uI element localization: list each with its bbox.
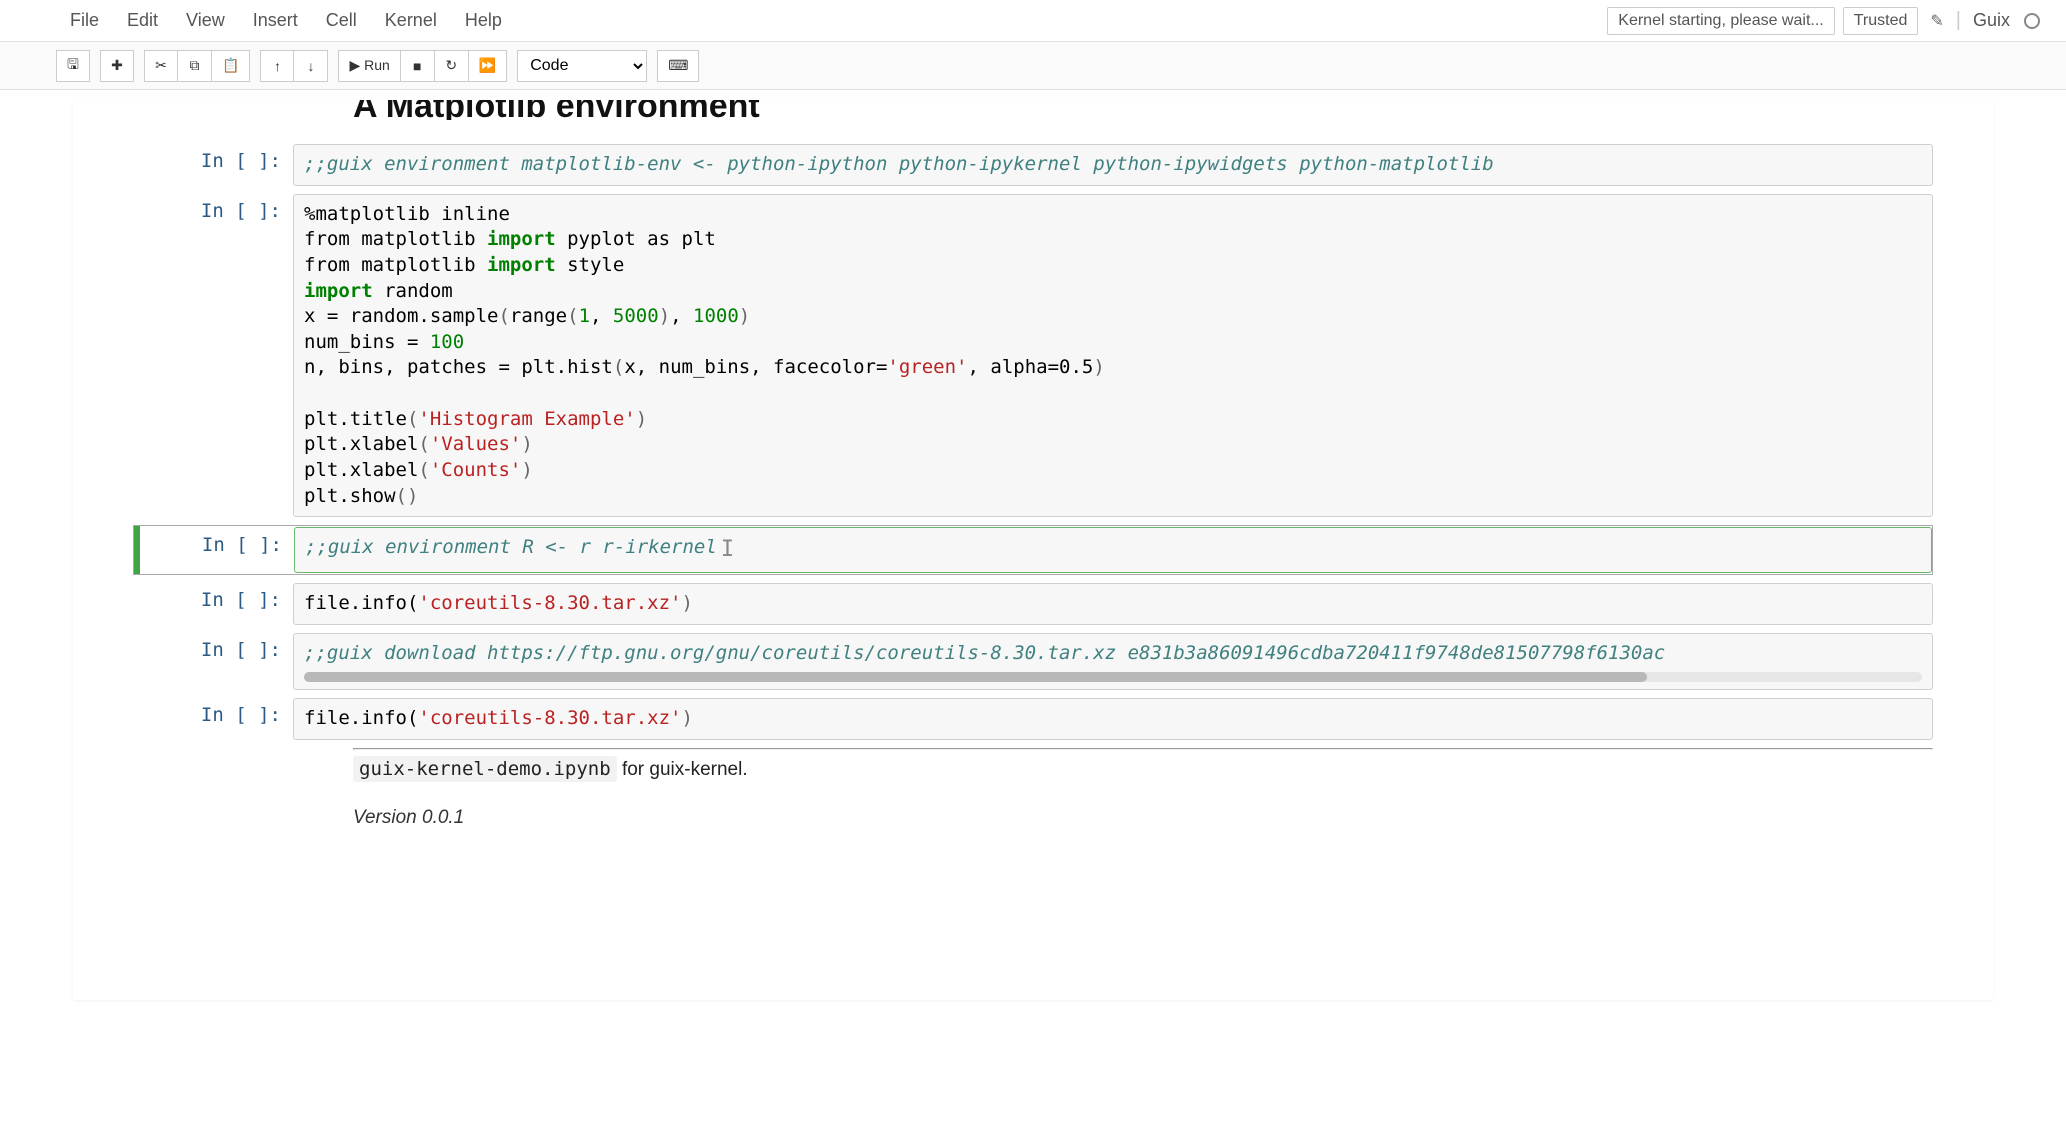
input-prompt: In [ ]: bbox=[134, 527, 294, 573]
ibeam-cursor-icon: 𝙸 bbox=[721, 535, 734, 565]
kernel-indicator-icon bbox=[2024, 13, 2040, 29]
save-icon: 🖫 bbox=[67, 54, 79, 78]
code-text: file.info('coreutils-8.30.tar.xz') bbox=[304, 706, 1922, 732]
menu-right: Kernel starting, please wait... Trusted … bbox=[1607, 7, 2046, 35]
input-prompt: In [ ]: bbox=[133, 633, 293, 691]
celltype-select[interactable]: Code bbox=[517, 50, 647, 82]
paste-icon: 📋 bbox=[222, 57, 239, 74]
separator: | bbox=[1956, 9, 1961, 32]
arrow-down-icon: ↓ bbox=[307, 58, 314, 74]
code-input[interactable]: file.info('coreutils-8.30.tar.xz') bbox=[293, 583, 1933, 625]
menu-insert[interactable]: Insert bbox=[253, 10, 298, 31]
horizontal-scrollbar[interactable] bbox=[304, 672, 1922, 682]
input-prompt: In [ ]: bbox=[133, 583, 293, 625]
keyboard-icon: ⌨ bbox=[668, 57, 688, 74]
markdown-cell[interactable] bbox=[133, 748, 1933, 750]
kernel-name[interactable]: Guix bbox=[1973, 10, 2010, 31]
code-cell[interactable]: In [ ]: ;;guix download https://ftp.gnu.… bbox=[133, 633, 1933, 691]
menu-kernel[interactable]: Kernel bbox=[385, 10, 437, 31]
version-text: Version 0.0.1 bbox=[353, 807, 1933, 829]
notebook-area[interactable]: A Matplotlib environment In [ ]: ;;guix … bbox=[73, 100, 1993, 1000]
input-prompt: In [ ]: bbox=[133, 144, 293, 186]
save-button[interactable]: 🖫 bbox=[56, 50, 90, 82]
code-text: %matplotlib inline from matplotlib impor… bbox=[304, 202, 1922, 510]
menu-cell[interactable]: Cell bbox=[326, 10, 357, 31]
code-cell[interactable]: In [ ]: %matplotlib inline from matplotl… bbox=[133, 194, 1933, 518]
code-cell[interactable]: In [ ]: file.info('coreutils-8.30.tar.xz… bbox=[133, 698, 1933, 740]
stop-icon: ■ bbox=[413, 58, 421, 74]
inline-code: guix-kernel-demo.ipynb bbox=[353, 756, 617, 782]
scrollbar-thumb[interactable] bbox=[304, 672, 1647, 682]
menu-help[interactable]: Help bbox=[465, 10, 502, 31]
toolbar: 🖫 ✚ ✂ ⧉ 📋 ↑ ↓ ▶ Run ■ ↻ ⏩ bbox=[0, 42, 2066, 90]
menubar: File Edit View Insert Cell Kernel Help K… bbox=[0, 0, 2066, 42]
menu-edit[interactable]: Edit bbox=[127, 10, 158, 31]
horizontal-rule bbox=[353, 748, 1933, 750]
scissors-icon: ✂ bbox=[155, 57, 167, 74]
kernel-status: Kernel starting, please wait... bbox=[1607, 7, 1834, 35]
code-input[interactable]: %matplotlib inline from matplotlib impor… bbox=[293, 194, 1933, 518]
code-text: ;;guix environment matplotlib-env <- pyt… bbox=[304, 153, 1494, 175]
code-input[interactable]: ;;guix environment matplotlib-env <- pyt… bbox=[293, 144, 1933, 186]
copy-button[interactable]: ⧉ bbox=[178, 50, 212, 82]
input-prompt: In [ ]: bbox=[133, 194, 293, 518]
markdown-text: for guix-kernel. bbox=[617, 759, 748, 780]
arrow-up-icon: ↑ bbox=[274, 58, 281, 74]
code-text: ;;guix download https://ftp.gnu.org/gnu/… bbox=[304, 642, 1665, 664]
edit-icon[interactable]: ✎ bbox=[1926, 11, 1947, 31]
heading-partial: A Matplotlib environment bbox=[133, 100, 1933, 120]
menu-view[interactable]: View bbox=[186, 10, 225, 31]
markdown-cell[interactable]: guix-kernel-demo.ipynb for guix-kernel. … bbox=[133, 758, 1933, 829]
input-prompt: In [ ]: bbox=[133, 698, 293, 740]
code-input[interactable]: file.info('coreutils-8.30.tar.xz') bbox=[293, 698, 1933, 740]
move-up-button[interactable]: ↑ bbox=[260, 50, 294, 82]
copy-icon: ⧉ bbox=[190, 57, 200, 74]
code-text: file.info('coreutils-8.30.tar.xz') bbox=[304, 591, 1922, 617]
menu-file[interactable]: File bbox=[70, 10, 99, 31]
code-input[interactable]: ;;guix environment R <- r r-irkernel𝙸 bbox=[294, 527, 1932, 573]
cut-button[interactable]: ✂ bbox=[144, 50, 178, 82]
code-text: ;;guix environment R <- r r-irkernel bbox=[305, 536, 717, 558]
code-cell[interactable]: In [ ]: file.info('coreutils-8.30.tar.xz… bbox=[133, 583, 1933, 625]
menu-left: File Edit View Insert Cell Kernel Help bbox=[70, 10, 502, 31]
command-palette-button[interactable]: ⌨ bbox=[657, 50, 699, 82]
move-down-button[interactable]: ↓ bbox=[294, 50, 328, 82]
code-input[interactable]: ;;guix download https://ftp.gnu.org/gnu/… bbox=[293, 633, 1933, 691]
trusted-indicator[interactable]: Trusted bbox=[1843, 7, 1919, 35]
plus-icon: ✚ bbox=[111, 57, 123, 74]
insert-cell-button[interactable]: ✚ bbox=[100, 50, 134, 82]
stop-button[interactable]: ■ bbox=[401, 50, 435, 82]
restart-icon: ↻ bbox=[445, 57, 457, 74]
fast-forward-icon: ⏩ bbox=[479, 57, 496, 74]
run-button[interactable]: ▶ Run bbox=[338, 50, 400, 82]
restart-button[interactable]: ↻ bbox=[435, 50, 469, 82]
run-all-button[interactable]: ⏩ bbox=[469, 50, 507, 82]
paste-button[interactable]: 📋 bbox=[212, 50, 250, 82]
code-cell-selected[interactable]: In [ ]: ;;guix environment R <- r r-irke… bbox=[133, 525, 1933, 575]
code-cell[interactable]: In [ ]: ;;guix environment matplotlib-en… bbox=[133, 144, 1933, 186]
